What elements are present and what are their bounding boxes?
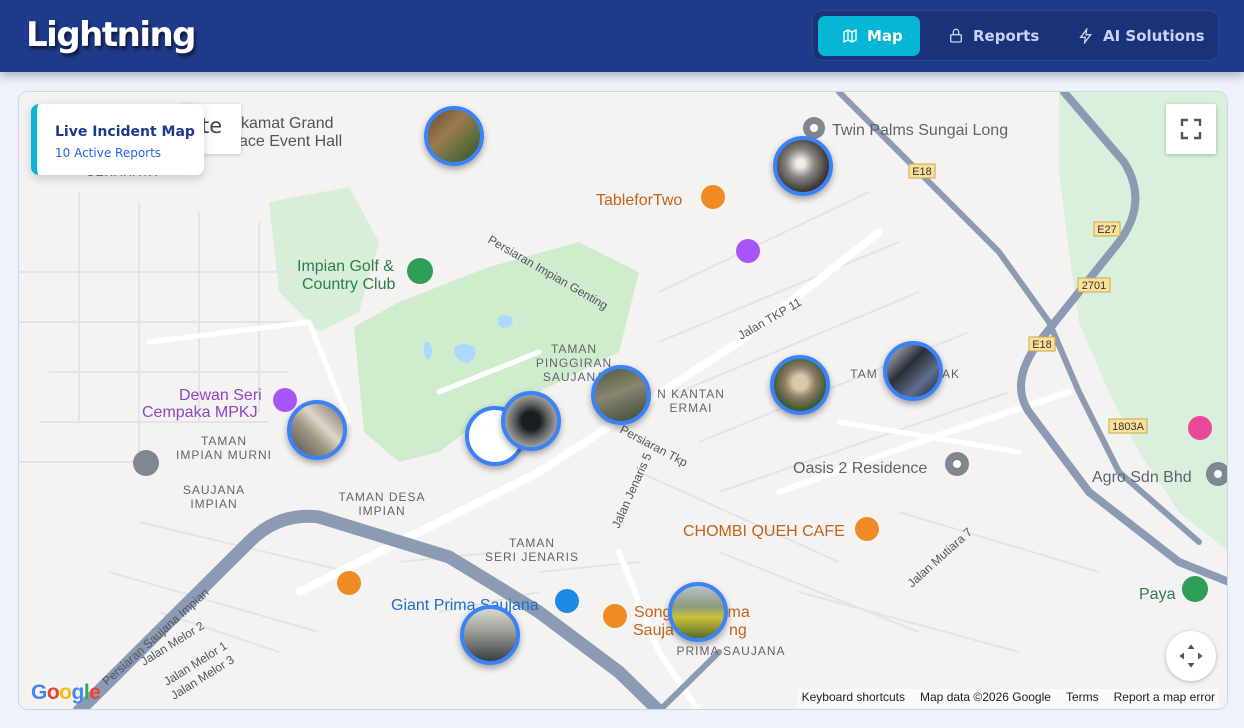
svg-text:Sauja: Sauja [633,622,674,639]
incident-marker[interactable] [460,605,520,665]
svg-text:E27: E27 [1097,224,1117,236]
map-container[interactable]: E18 E27 2701 E18 1803A kamat Grand ace E… [18,91,1228,710]
svg-text:Oasis 2 Residence: Oasis 2 Residence [793,460,927,477]
tab-map[interactable]: Map [818,16,920,56]
svg-text:TAMAN: TAMAN [201,434,247,448]
svg-text:N KANTAN: N KANTAN [657,387,725,401]
lightning-icon [1079,28,1092,44]
google-logo: Google [31,681,101,704]
incident-marker[interactable] [591,365,651,425]
map-data-text: Map data ©2026 Google [920,690,1051,704]
pan-arrows-icon [1179,644,1203,668]
svg-text:Paya: Paya [1139,586,1176,603]
incident-marker[interactable] [424,106,484,166]
svg-text:kamat Grand: kamat Grand [241,115,333,132]
svg-text:ng: ng [729,622,747,639]
incident-map-title: Live Incident Map [55,124,195,140]
svg-text:E18: E18 [1032,339,1052,351]
svg-text:TAMAN: TAMAN [551,342,597,356]
svg-text:SAUJANA: SAUJANA [183,483,245,497]
incident-marker[interactable] [883,341,943,401]
svg-text:Cempaka MPKJ: Cempaka MPKJ [142,404,258,421]
incident-marker[interactable] [501,391,561,451]
incident-count: 10 Active Reports [55,146,162,160]
incident-map-card: Live Incident Map 10 Active Reports [31,104,204,175]
svg-text:Agro Sdn Bhd: Agro Sdn Bhd [1092,469,1192,486]
terms-link[interactable]: Terms [1066,690,1099,706]
svg-text:TableforTwo: TableforTwo [596,192,682,209]
tab-reports-label: Reports [973,27,1040,45]
svg-text:AK: AK [942,367,960,381]
map-footer: Keyboard shortcuts Map data ©2026 Google… [797,689,1219,707]
svg-text:SERI JENARIS: SERI JENARIS [485,550,579,564]
svg-text:Dewan Seri: Dewan Seri [179,387,262,404]
svg-text:Giant Prima Saujana: Giant Prima Saujana [391,597,539,614]
svg-text:IMPIAN: IMPIAN [190,497,237,511]
svg-text:E18: E18 [912,166,932,178]
incident-marker[interactable] [770,355,830,415]
tab-ai-solutions[interactable]: AI Solutions [1065,16,1215,56]
svg-text:TAMAN DESA: TAMAN DESA [338,490,425,504]
app-logo[interactable]: Lightning [26,15,197,55]
svg-text:CHOMBI QUEH CAFE: CHOMBI QUEH CAFE [683,523,845,540]
report-map-error-link[interactable]: Report a map error [1114,690,1215,706]
fullscreen-button[interactable] [1166,104,1216,154]
svg-text:Song: Song [634,604,671,621]
svg-text:Impian Golf &: Impian Golf & [297,258,394,275]
svg-text:PINGGIRAN: PINGGIRAN [536,356,612,370]
app-header: Lightning Map Reports AI Solutions [0,0,1244,72]
svg-text:IMPIAN: IMPIAN [358,504,405,518]
svg-text:ERMAI: ERMAI [669,401,712,415]
incident-marker[interactable] [668,582,728,642]
map-icon [843,28,857,44]
svg-text:2701: 2701 [1082,280,1106,292]
svg-text:TAMAN: TAMAN [509,536,555,550]
svg-text:IMPIAN MURNI: IMPIAN MURNI [176,448,272,462]
incident-marker[interactable] [773,136,833,196]
tab-ai-solutions-label: AI Solutions [1103,27,1205,45]
incident-marker[interactable] [287,400,347,460]
fullscreen-icon [1180,118,1202,140]
svg-text:1803A: 1803A [1112,421,1144,433]
main-nav: Map Reports AI Solutions [812,10,1219,61]
svg-text:Twin Palms Sungai Long: Twin Palms Sungai Long [832,122,1008,139]
keyboard-shortcuts-link[interactable]: Keyboard shortcuts [802,690,905,706]
reports-icon [950,28,962,43]
svg-text:ace Event Hall: ace Event Hall [239,133,342,150]
pan-control-button[interactable] [1166,631,1216,681]
svg-text:Country Club: Country Club [302,276,395,293]
svg-text:PRIMA SAUJANA: PRIMA SAUJANA [676,644,785,658]
tab-reports[interactable]: Reports [933,16,1045,56]
tab-map-label: Map [867,27,903,45]
svg-text:TAM: TAM [850,367,877,381]
